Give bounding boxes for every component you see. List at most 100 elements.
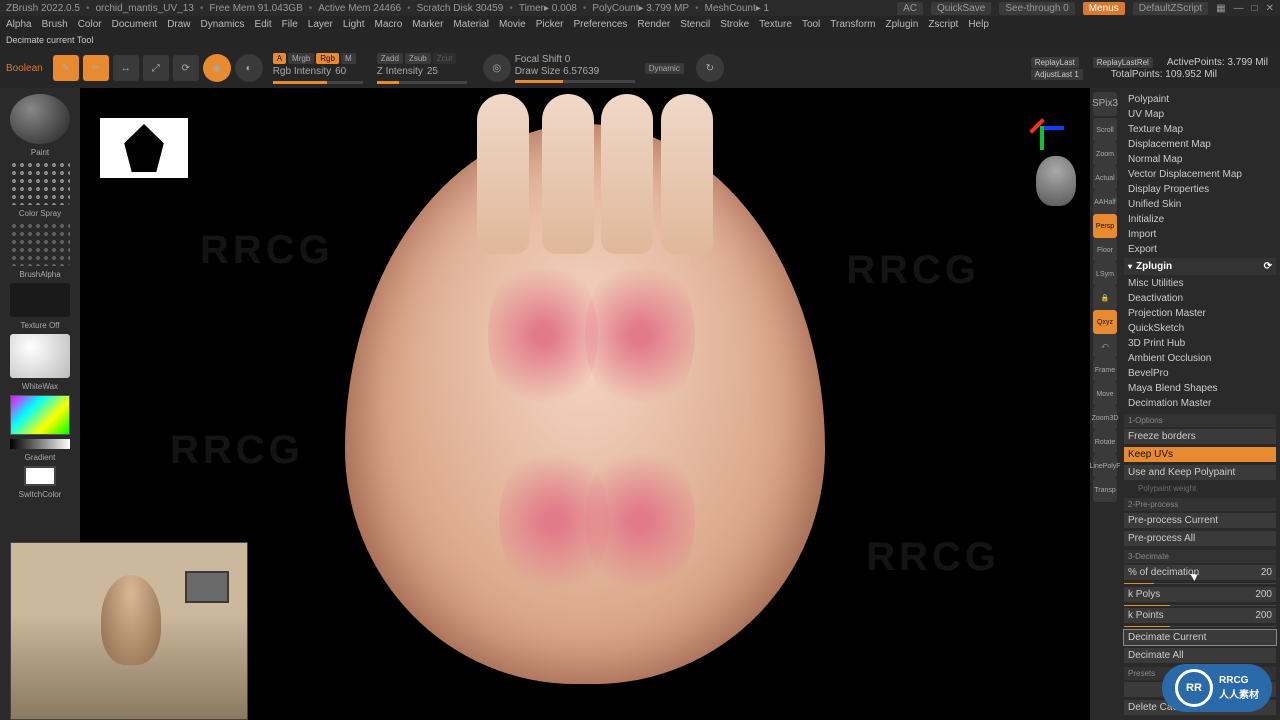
decimate-current-button[interactable]: Decimate Current xyxy=(1124,630,1276,645)
menu-stencil[interactable]: Stencil xyxy=(680,19,710,30)
rtool-[interactable]: ⤺ xyxy=(1093,334,1117,358)
gizmo-button[interactable]: ◉ xyxy=(203,54,231,82)
freeze-borders-button[interactable]: Freeze borders xyxy=(1124,429,1276,444)
rotate-mode-button[interactable]: ⟳ xyxy=(173,55,199,81)
panel-item-initialize[interactable]: Initialize xyxy=(1124,212,1276,227)
ac-toggle[interactable]: AC xyxy=(897,2,923,15)
menu-file[interactable]: File xyxy=(282,19,298,30)
panel-item-uv-map[interactable]: UV Map xyxy=(1124,107,1276,122)
panel-item-vector-displacement-map[interactable]: Vector Displacement Map xyxy=(1124,167,1276,182)
sync-icon[interactable]: ⟳ xyxy=(1264,261,1272,272)
plugin-item-decimation-master[interactable]: Decimation Master xyxy=(1124,396,1276,411)
quicksave-button[interactable]: QuickSave xyxy=(931,2,991,15)
rtool-frame[interactable]: Frame xyxy=(1093,358,1117,382)
brush-swatch[interactable] xyxy=(10,94,70,144)
maximize-icon[interactable]: □ xyxy=(1252,3,1258,14)
kpoints-field[interactable]: k Points200 xyxy=(1124,608,1276,623)
plugin-item-projection-master[interactable]: Projection Master xyxy=(1124,306,1276,321)
menu-tool[interactable]: Tool xyxy=(802,19,820,30)
kpoints-slider[interactable] xyxy=(1124,626,1276,627)
preprocess-all-button[interactable]: Pre-process All xyxy=(1124,531,1276,546)
preprocess-current-button[interactable]: Pre-process Current xyxy=(1124,513,1276,528)
minimize-icon[interactable]: — xyxy=(1234,3,1244,14)
stroke-swatch[interactable] xyxy=(10,161,70,205)
menu-draw[interactable]: Draw xyxy=(167,19,190,30)
plugin-item-deactivation[interactable]: Deactivation xyxy=(1124,291,1276,306)
zadd-chip[interactable]: Zadd xyxy=(377,53,403,64)
menu-dynamics[interactable]: Dynamics xyxy=(201,19,245,30)
seethrough-slider[interactable]: See-through 0 xyxy=(999,2,1074,15)
zplugin-header[interactable]: ▾ Zplugin ⟳ xyxy=(1124,258,1276,275)
rtool-zoom[interactable]: Zoom xyxy=(1093,142,1117,166)
sculptris-button[interactable]: ◐ xyxy=(235,54,263,82)
menu-color[interactable]: Color xyxy=(78,19,102,30)
replay-lastrel-button[interactable]: ReplayLastRel xyxy=(1093,57,1153,68)
panel-item-displacement-map[interactable]: Displacement Map xyxy=(1124,137,1276,152)
defaultzscript-button[interactable]: DefaultZScript xyxy=(1133,2,1208,15)
replay-last-button[interactable]: ReplayLast xyxy=(1031,57,1079,68)
menu-transform[interactable]: Transform xyxy=(830,19,875,30)
menu-layer[interactable]: Layer xyxy=(308,19,333,30)
color-picker[interactable] xyxy=(10,395,70,435)
adjust-last-button[interactable]: AdjustLast 1 xyxy=(1031,69,1083,80)
cam-head-gizmo[interactable] xyxy=(1036,156,1076,206)
rtool-scroll[interactable]: Scroll xyxy=(1093,118,1117,142)
texture-swatch[interactable] xyxy=(10,283,70,317)
focal-icon[interactable]: ◎ xyxy=(483,54,511,82)
rtool-rotate[interactable]: Rotate xyxy=(1093,430,1117,454)
plugin-item-bevelpro[interactable]: BevelPro xyxy=(1124,366,1276,381)
rgb-intensity-value[interactable]: 60 xyxy=(335,66,346,77)
plugin-item-maya-blend-shapes[interactable]: Maya Blend Shapes xyxy=(1124,381,1276,396)
rtool-floor[interactable]: Floor xyxy=(1093,238,1117,262)
menu-picker[interactable]: Picker xyxy=(536,19,564,30)
z-intensity-value[interactable]: 25 xyxy=(427,66,438,77)
spix-button[interactable]: SPix 3 xyxy=(1093,92,1117,116)
rgb-chip[interactable]: Rgb xyxy=(316,53,339,64)
rtool-lsym[interactable]: LSym xyxy=(1093,262,1117,286)
edit-mode-button[interactable]: ✎ xyxy=(53,55,79,81)
rtool-linepolyf[interactable]: LinePolyF xyxy=(1093,454,1117,478)
menu-stroke[interactable]: Stroke xyxy=(720,19,749,30)
menu-movie[interactable]: Movie xyxy=(499,19,526,30)
m-chip[interactable]: M xyxy=(341,53,356,64)
history-icon[interactable]: ↻ xyxy=(696,54,724,82)
subtool-thumbnail[interactable] xyxy=(100,118,188,178)
rtool-actual[interactable]: Actual xyxy=(1093,166,1117,190)
menu-render[interactable]: Render xyxy=(637,19,670,30)
menu-macro[interactable]: Macro xyxy=(375,19,403,30)
close-icon[interactable]: ✕ xyxy=(1266,3,1274,14)
gradient-strip[interactable] xyxy=(10,439,70,449)
menu-edit[interactable]: Edit xyxy=(254,19,271,30)
scale-mode-button[interactable]: ⤢ xyxy=(143,55,169,81)
menu-document[interactable]: Document xyxy=(112,19,158,30)
z-intensity-slider[interactable] xyxy=(377,81,467,84)
alpha-swatch[interactable] xyxy=(10,222,70,266)
rtool-persp[interactable]: Persp xyxy=(1093,214,1117,238)
mrgb-chip[interactable]: Mrgb xyxy=(288,53,314,64)
panel-item-display-properties[interactable]: Display Properties xyxy=(1124,182,1276,197)
menus-button[interactable]: Menus xyxy=(1083,2,1125,15)
kpolys-field[interactable]: k Polys200 xyxy=(1124,587,1276,602)
draw-mode-button[interactable]: ✏ xyxy=(83,55,109,81)
plugin-item-ambient-occlusion[interactable]: Ambient Occlusion xyxy=(1124,351,1276,366)
menu-marker[interactable]: Marker xyxy=(412,19,443,30)
decimate-all-button[interactable]: Decimate All xyxy=(1124,648,1276,663)
panel-item-export[interactable]: Export xyxy=(1124,242,1276,257)
draw-size-slider[interactable] xyxy=(515,80,635,83)
move-mode-button[interactable]: ↔ xyxy=(113,55,139,81)
panel-item-normal-map[interactable]: Normal Map xyxy=(1124,152,1276,167)
rtool-transp[interactable]: Transp xyxy=(1093,478,1117,502)
plugin-item-misc-utilities[interactable]: Misc Utilities xyxy=(1124,276,1276,291)
draw-size-value[interactable]: 6.57639 xyxy=(563,66,599,77)
keep-polypaint-button[interactable]: Use and Keep Polypaint xyxy=(1124,465,1276,480)
panel-item-import[interactable]: Import xyxy=(1124,227,1276,242)
panel-item-texture-map[interactable]: Texture Map xyxy=(1124,122,1276,137)
boolean-label[interactable]: Boolean xyxy=(6,63,43,74)
menu-brush[interactable]: Brush xyxy=(42,19,68,30)
model-preview[interactable] xyxy=(315,94,855,714)
plugin-item-quicksketch[interactable]: QuickSketch xyxy=(1124,321,1276,336)
rtool-qxyz[interactable]: Qxyz xyxy=(1093,310,1117,334)
menu-zplugin[interactable]: Zplugin xyxy=(886,19,919,30)
menu-material[interactable]: Material xyxy=(453,19,489,30)
zcut-chip[interactable]: Zcut xyxy=(433,53,457,64)
